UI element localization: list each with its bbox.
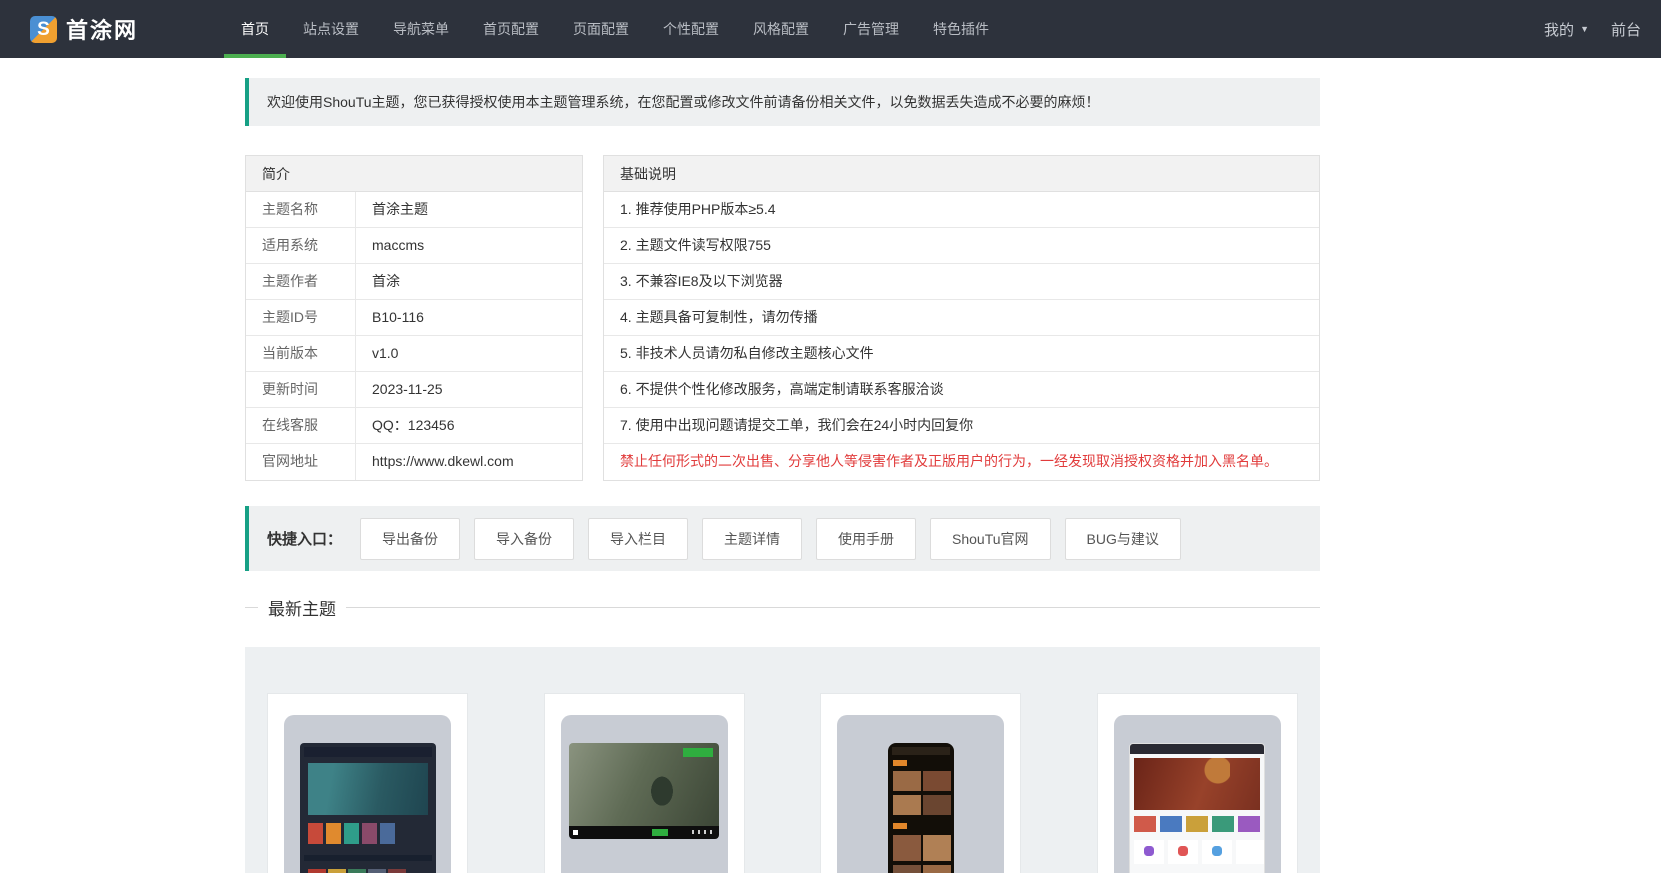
intro-label: 主题名称	[246, 192, 356, 227]
latest-themes-title-text: 最新主题	[268, 600, 336, 619]
intro-label: 主题ID号	[246, 300, 356, 335]
theme-card-3[interactable]	[820, 693, 1022, 873]
table-row: 适用系统 maccms	[246, 228, 582, 264]
license-warning-text: 禁止任何形式的二次出售、分享他人等侵害作者及正版用户的行为，一经发现取消授权资格…	[620, 453, 1278, 469]
shoutu-logo-icon: S	[30, 15, 57, 43]
table-row: 6. 不提供个性化修改服务，高端定制请联系客服洽谈	[604, 372, 1319, 408]
intro-value: QQ：123456	[372, 417, 455, 433]
table-row: 1. 推荐使用PHP版本≥5.4	[604, 192, 1319, 228]
theme-card-2[interactable]	[543, 693, 745, 873]
quick-entry-label: 快捷入口：	[267, 531, 343, 548]
notes-table-title: 基础说明	[604, 156, 1319, 192]
nav-item-personal-config[interactable]: 个性配置	[646, 0, 736, 58]
table-row: 4. 主题具备可复制性，请勿传播	[604, 300, 1319, 336]
table-row: 2. 主题文件读写权限755	[604, 228, 1319, 264]
theme-card-1[interactable]	[267, 693, 468, 873]
intro-value: 首涂	[372, 273, 400, 289]
info-tables: 简介 主题名称 首涂主题 适用系统 maccms 主题作者 首涂 主题ID号 B…	[245, 155, 1320, 481]
intro-value: v1.0	[372, 345, 399, 361]
note-text: 1. 推荐使用PHP版本≥5.4	[620, 201, 776, 217]
nav-item-homepage-config[interactable]: 首页配置	[466, 0, 556, 58]
my-dropdown-label: 我的	[1544, 21, 1575, 39]
notes-table: 基础说明 1. 推荐使用PHP版本≥5.4 2. 主题文件读写权限755 3. …	[603, 155, 1320, 481]
table-row: 在线客服 QQ：123456	[246, 408, 582, 444]
logo[interactable]: S 首涂网	[30, 0, 138, 58]
table-row: 禁止任何形式的二次出售、分享他人等侵害作者及正版用户的行为，一经发现取消授权资格…	[604, 444, 1319, 480]
video-player-controls	[569, 826, 720, 839]
shoutu-official-site-button[interactable]: ShouTu官网	[930, 517, 1051, 560]
quick-entry-bar: 快捷入口： 导出备份 导入备份 导入栏目 主题详情 使用手册 ShouTu官网 …	[245, 506, 1320, 571]
nav-item-style-config[interactable]: 风格配置	[736, 0, 826, 58]
theme-4-screenshot	[1129, 743, 1266, 873]
theme-1-screenshot	[299, 743, 436, 873]
intro-label: 官网地址	[246, 444, 356, 480]
my-dropdown[interactable]: 我的 ▼	[1544, 19, 1589, 40]
theme-3-screenshot	[887, 743, 954, 873]
intro-value: maccms	[372, 237, 425, 253]
import-backup-button[interactable]: 导入备份	[474, 517, 575, 560]
theme-2-screenshot	[569, 743, 720, 839]
nav-item-nav-menu[interactable]: 导航菜单	[376, 0, 466, 58]
table-row: 当前版本 v1.0	[246, 336, 582, 372]
intro-value: 2023-11-25	[372, 381, 443, 397]
theme-details-button[interactable]: 主题详情	[702, 517, 803, 560]
export-backup-button[interactable]: 导出备份	[360, 517, 461, 560]
nav-item-page-config[interactable]: 页面配置	[556, 0, 646, 58]
table-row: 7. 使用中出现问题请提交工单，我们会在24小时内回复你	[604, 408, 1319, 444]
logo-text: 首涂网	[66, 18, 139, 43]
user-manual-button[interactable]: 使用手册	[816, 517, 917, 560]
table-row: 3. 不兼容IE8及以下浏览器	[604, 264, 1319, 300]
intro-label: 主题作者	[246, 264, 356, 299]
intro-label: 适用系统	[246, 228, 356, 263]
latest-themes-heading: 最新主题	[245, 595, 1320, 620]
note-text: 7. 使用中出现问题请提交工单，我们会在24小时内回复你	[620, 417, 974, 433]
nav-item-ad-management[interactable]: 广告管理	[826, 0, 916, 58]
intro-table: 简介 主题名称 首涂主题 适用系统 maccms 主题作者 首涂 主题ID号 B…	[245, 155, 583, 481]
table-row: 更新时间 2023-11-25	[246, 372, 582, 408]
nav-right: 我的 ▼ 前台	[1544, 0, 1661, 58]
intro-label: 在线客服	[246, 408, 356, 443]
official-site-link[interactable]: https://www.dkewl.com	[356, 444, 514, 480]
nav-item-home[interactable]: 首页	[224, 0, 287, 58]
import-columns-button[interactable]: 导入栏目	[588, 517, 689, 560]
video-player-frame	[569, 743, 720, 826]
intro-table-title: 简介	[246, 156, 582, 192]
theme-card-4[interactable]	[1096, 693, 1298, 873]
table-row: 官网地址 https://www.dkewl.com	[246, 444, 582, 480]
theme-card-4-preview	[1113, 715, 1281, 873]
note-text: 4. 主题具备可复制性，请勿传播	[620, 309, 818, 325]
welcome-text: 欢迎使用ShouTu主题，您已获得授权使用本主题管理系统，在您配置或修改文件前请…	[267, 94, 1100, 110]
table-row: 5. 非技术人员请勿私自修改主题核心文件	[604, 336, 1319, 372]
welcome-banner: 欢迎使用ShouTu主题，您已获得授权使用本主题管理系统，在您配置或修改文件前请…	[245, 78, 1320, 126]
top-navbar: S 首涂网 首页 站点设置 导航菜单 首页配置 页面配置 个性配置 风格配置 广…	[0, 0, 1661, 58]
front-site-link[interactable]: 前台	[1611, 19, 1641, 40]
theme-card-3-preview	[837, 715, 1005, 873]
table-row: 主题名称 首涂主题	[246, 192, 582, 228]
note-text: 5. 非技术人员请勿私自修改主题核心文件	[620, 345, 874, 361]
latest-themes-section	[245, 647, 1320, 873]
chevron-down-icon: ▼	[1580, 24, 1589, 34]
note-text: 3. 不兼容IE8及以下浏览器	[620, 273, 783, 289]
intro-label: 当前版本	[246, 336, 356, 371]
nav-item-featured-plugins[interactable]: 特色插件	[916, 0, 1006, 58]
intro-value: 首涂主题	[372, 201, 428, 217]
theme-card-2-preview	[560, 715, 728, 873]
nav-item-site-settings[interactable]: 站点设置	[286, 0, 376, 58]
note-text: 2. 主题文件读写权限755	[620, 237, 771, 253]
table-row: 主题作者 首涂	[246, 264, 582, 300]
main-content: 欢迎使用ShouTu主题，您已获得授权使用本主题管理系统，在您配置或修改文件前请…	[245, 78, 1320, 873]
intro-value: B10-116	[372, 309, 424, 325]
bug-suggestions-button[interactable]: BUG与建议	[1064, 517, 1181, 560]
theme-card-1-preview	[284, 715, 451, 873]
main-nav: 首页 站点设置 导航菜单 首页配置 页面配置 个性配置 风格配置 广告管理 特色…	[224, 0, 1006, 58]
note-text: 6. 不提供个性化修改服务，高端定制请联系客服洽谈	[620, 381, 944, 397]
table-row: 主题ID号 B10-116	[246, 300, 582, 336]
intro-label: 更新时间	[246, 372, 356, 407]
